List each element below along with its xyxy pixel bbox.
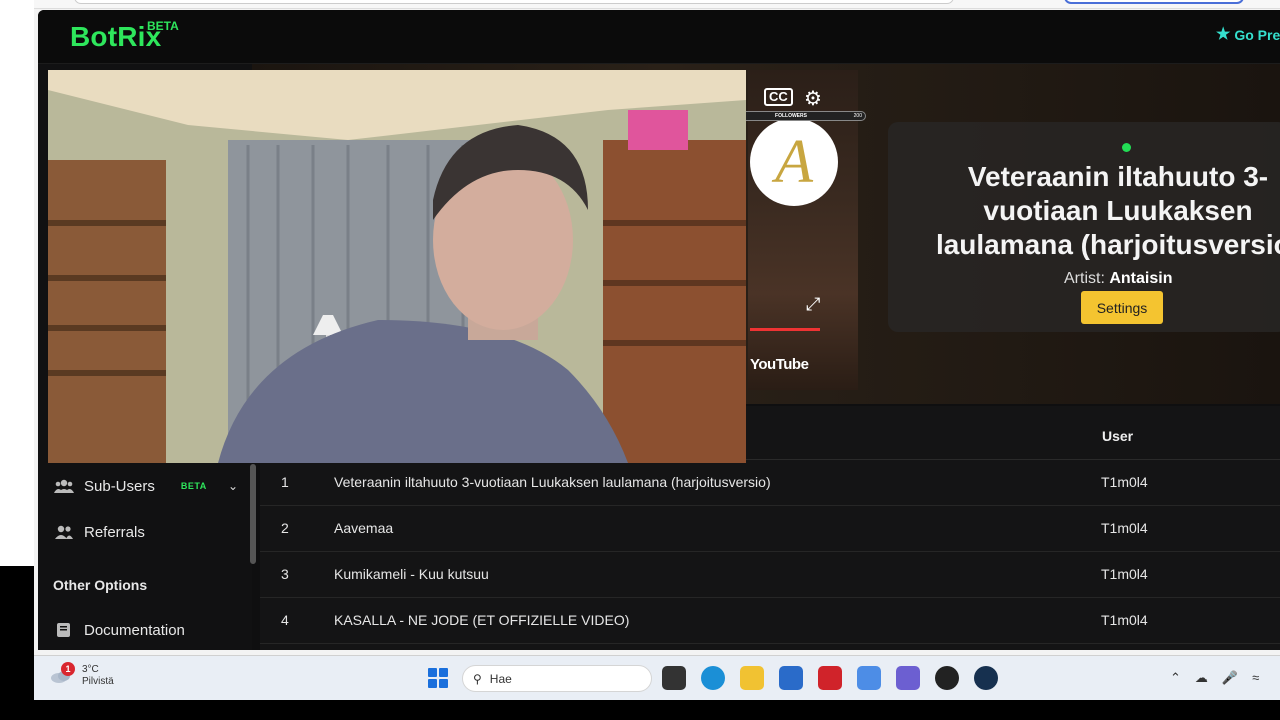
song-title: Veteraanin iltahuuto 3-vuotiaan Luukakse…	[334, 474, 771, 490]
now-playing-artist: Artist: Antaisin	[1064, 270, 1172, 288]
app-header: BotRix BETA ★ Go Pre	[38, 10, 1280, 64]
sidebar-item-label: Documentation	[84, 621, 185, 639]
now-playing-title: Veteraanin iltahuuto 3-vuotiaan Luukakse…	[935, 161, 1280, 260]
weather-desc: Pilvistä	[82, 676, 114, 687]
settings-button[interactable]: Settings	[1081, 291, 1163, 324]
users-icon	[54, 479, 74, 493]
other-options-heading: Other Options	[53, 577, 148, 593]
sidebar-item-label: Sub-Users	[84, 477, 155, 495]
go-premium-button[interactable]: ★ Go Pre	[1216, 26, 1280, 44]
song-title: Aavemaa	[334, 520, 394, 536]
desktop-background	[0, 0, 34, 566]
gear-icon[interactable]: ⚙	[804, 86, 822, 111]
microphone-icon[interactable]: 🎤	[1222, 670, 1238, 686]
sidebar-item-sub-users[interactable]: Sub-Users BETA	[54, 471, 207, 501]
webcam-overlay	[48, 70, 746, 463]
song-title: Kumikameli - Kuu kutsuu	[334, 566, 489, 582]
artist-label: Artist:	[1064, 270, 1105, 287]
sidebar-item-label: Referrals	[84, 523, 145, 541]
search-icon: ⚲	[473, 671, 482, 686]
start-button[interactable]	[428, 668, 448, 688]
system-tray: ⌃ ☁ 🎤 ≈	[1170, 670, 1259, 686]
sidebar-item-documentation[interactable]: Documentation	[54, 615, 185, 645]
taskbar-search[interactable]: ⚲ Hae	[462, 665, 652, 692]
browser-toolbar	[34, 0, 1280, 9]
youtube-logo: YouTube	[750, 356, 809, 373]
requested-by: T1m0l4	[1101, 520, 1148, 536]
requested-by: T1m0l4	[1101, 474, 1148, 490]
beta-badge: BETA	[180, 481, 207, 491]
teams-icon[interactable]	[896, 666, 920, 690]
row-number: 2	[281, 520, 289, 536]
weather-text: 3°C Pilvistä	[82, 664, 114, 688]
table-row[interactable]: 2 Aavemaa T1m0l4	[260, 506, 1280, 552]
store-icon[interactable]	[779, 666, 803, 690]
screen: BotRix BETA ★ Go Pre Sub-Users BETA ⌄ Re…	[0, 0, 1280, 720]
requested-by: T1m0l4	[1101, 612, 1148, 628]
edge-icon[interactable]	[701, 666, 725, 690]
sidebar-scrollbar[interactable]	[250, 464, 256, 564]
address-bar[interactable]	[74, 0, 954, 4]
network-icon[interactable]: ☁	[1195, 670, 1208, 686]
cc-button[interactable]: CC	[764, 88, 793, 106]
chevron-up-icon[interactable]: ⌃	[1170, 670, 1181, 686]
video-progress[interactable]	[750, 328, 820, 331]
song-title: KASALLA - NE JODE (ET OFFIZIELLE VIDEO)	[334, 612, 630, 628]
expand-icon[interactable]: ⤢	[806, 294, 820, 315]
table-row[interactable]: 3 Kumikameli - Kuu kutsuu T1m0l4	[260, 552, 1280, 598]
star-icon: ★	[1216, 26, 1231, 43]
weather-widget[interactable]: 3°C Pilvistä	[50, 664, 114, 688]
table-row[interactable]: 4 KASALLA - NE JODE (ET OFFIZIELLE VIDEO…	[260, 598, 1280, 644]
weather-temp: 3°C	[82, 664, 99, 675]
windows-taskbar: 3°C Pilvistä 1 ⚲ Hae ⌃ ☁ 🎤 ≈	[34, 655, 1280, 700]
row-number: 3	[281, 566, 289, 582]
requested-by: T1m0l4	[1101, 566, 1148, 582]
user-group-icon	[55, 525, 73, 539]
document-icon	[57, 623, 70, 637]
logo-beta-badge: BETA	[147, 19, 179, 33]
mail-icon[interactable]	[857, 666, 881, 690]
obs-icon[interactable]	[935, 666, 959, 690]
app-l-icon[interactable]	[818, 666, 842, 690]
browser-profile-pill[interactable]	[1064, 0, 1244, 4]
column-header-user[interactable]: User	[1102, 428, 1133, 444]
steam-icon[interactable]	[974, 666, 998, 690]
wifi-icon[interactable]: ≈	[1252, 670, 1259, 686]
sidebar-item-referrals[interactable]: Referrals	[54, 517, 145, 547]
artist-value: Antaisin	[1109, 270, 1173, 287]
followers-max: 200	[853, 113, 862, 119]
go-premium-label: Go Pre	[1234, 27, 1280, 43]
row-number: 1	[281, 474, 289, 490]
file-explorer-icon[interactable]	[740, 666, 764, 690]
task-view-icon[interactable]	[662, 666, 686, 690]
desktop-background-dark	[0, 566, 34, 720]
notification-badge: 1	[61, 662, 75, 676]
row-number: 4	[281, 612, 289, 628]
channel-logo: A	[750, 118, 838, 206]
table-row[interactable]: 1 Veteraanin iltahuuto 3-vuotiaan Luukak…	[260, 460, 1280, 506]
chevron-down-icon[interactable]: ⌄	[228, 479, 238, 493]
search-placeholder: Hae	[489, 671, 512, 686]
webcam-scene	[48, 70, 746, 463]
screen-bottom-border	[0, 700, 1280, 720]
live-status-dot	[1122, 143, 1131, 152]
